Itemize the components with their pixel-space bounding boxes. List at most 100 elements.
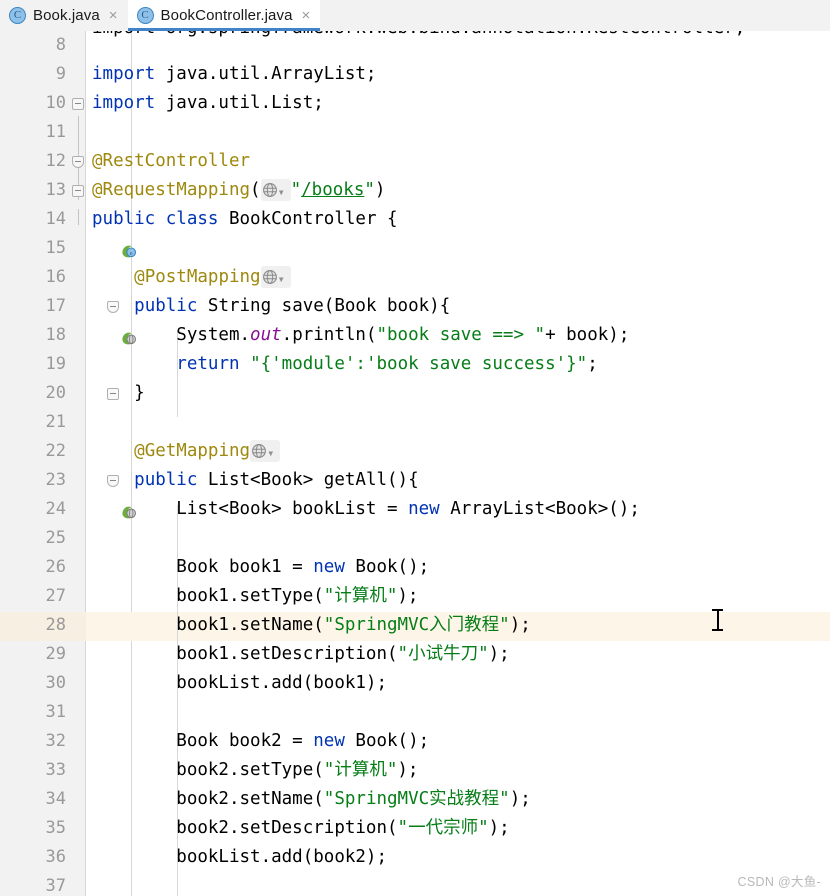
line-number: 26	[45, 557, 66, 577]
code-text: book2.setType("计算机");	[92, 760, 419, 780]
code-text: public class BookController {	[92, 209, 398, 229]
code-line[interactable]: 16 @PostMapping ▾	[0, 263, 830, 292]
fold-collapse-icon[interactable]	[72, 98, 84, 110]
line-number: 32	[45, 731, 66, 751]
line-number: 9	[55, 64, 66, 84]
line-number: 36	[45, 847, 66, 867]
editor-tab-bar: C Book.java × C BookController.java ×	[0, 0, 830, 31]
code-line[interactable]: 35 book2.setDescription("一代宗师");	[0, 814, 830, 843]
code-text: book1.setDescription("小试牛刀");	[92, 644, 510, 664]
tab-book-java[interactable]: C Book.java ×	[0, 0, 128, 31]
code-line[interactable]: 18 System.out.println("book save ==> "+ …	[0, 321, 830, 350]
code-text: @RequestMapping(▾ "/books")	[92, 179, 386, 201]
tab-label: Book.java	[33, 7, 100, 24]
line-number: 25	[45, 528, 66, 548]
line-number: 15	[45, 238, 66, 258]
code-line[interactable]: 34 book2.setName("SpringMVC实战教程");	[0, 785, 830, 814]
line-number: 29	[45, 644, 66, 664]
code-line[interactable]: 20 }	[0, 379, 830, 408]
code-line[interactable]: 24 List<Book> bookList = new ArrayList<B…	[0, 495, 830, 524]
code-line[interactable]: 23 public List<Book> getAll(){	[0, 466, 830, 519]
spring-bean-icon[interactable]: e	[24, 211, 137, 258]
line-number: 8	[55, 35, 66, 55]
code-line[interactable]: 9 import java.util.ArrayList;	[0, 60, 830, 89]
code-line[interactable]: 31	[0, 698, 830, 727]
code-text: book2.setDescription("一代宗师");	[92, 818, 510, 838]
line-number: 12	[45, 151, 66, 171]
code-text: Book book1 = new Book();	[92, 557, 430, 577]
line-number: 27	[45, 586, 66, 606]
line-number: 30	[45, 673, 66, 693]
code-text: book2.setName("SpringMVC实战教程");	[92, 789, 531, 809]
globe-icon[interactable]	[262, 179, 278, 197]
line-number: 19	[45, 354, 66, 374]
code-line[interactable]: 30 bookList.add(book1);	[0, 669, 830, 698]
code-line[interactable]: 22 @GetMapping ▾	[0, 437, 830, 466]
code-text: book1.setName("SpringMVC入门教程");	[92, 615, 531, 635]
code-line[interactable]: 27 book1.setType("计算机");	[0, 582, 830, 611]
close-icon[interactable]: ×	[302, 8, 311, 23]
post-mapping-annotation: @PostMapping	[134, 267, 261, 287]
line-number: 31	[45, 702, 66, 722]
code-line[interactable]: 15	[0, 234, 830, 263]
code-text: @GetMapping ▾	[92, 437, 281, 466]
code-line[interactable]: 13 @RequestMapping(▾ "/books")	[0, 176, 830, 205]
line-number: 37	[45, 876, 66, 896]
get-mapping-annotation: @GetMapping	[134, 441, 251, 461]
close-icon[interactable]: ×	[109, 8, 118, 23]
line-number: 20	[45, 383, 66, 403]
code-editor[interactable]: import org.springframework.web.bind.anno…	[0, 31, 830, 896]
line-number: 21	[45, 412, 66, 432]
chevron-down-icon[interactable]: ▾	[278, 273, 290, 285]
code-text: import java.util.List;	[92, 93, 324, 113]
line-number: 16	[45, 267, 66, 287]
code-line[interactable]: 17 public String save(Book book){	[0, 292, 830, 345]
code-line[interactable]: 21	[0, 408, 830, 437]
code-text: @PostMapping ▾	[92, 263, 291, 292]
line-number: 18	[45, 325, 66, 345]
java-class-icon: C	[136, 7, 154, 24]
code-line[interactable]: 25	[0, 524, 830, 553]
code-text: return "{'module':'book save success'}";	[176, 354, 598, 374]
chevron-down-icon[interactable]: ▾	[267, 447, 279, 459]
line-number: 34	[45, 789, 66, 809]
code-line[interactable]: 11	[0, 118, 830, 147]
code-text: book1.setType("计算机");	[92, 586, 419, 606]
tab-bookcontroller-java[interactable]: C BookController.java ×	[127, 0, 321, 31]
code-line[interactable]: 33 book2.setType("计算机");	[0, 756, 830, 785]
code-line[interactable]: 12 @RestController	[0, 147, 830, 176]
code-line[interactable]: 8	[0, 31, 830, 60]
fold-collapse-icon[interactable]	[72, 156, 84, 168]
code-line[interactable]: 32 Book book2 = new Book();	[0, 727, 830, 756]
tab-label: BookController.java	[160, 7, 293, 24]
code-line[interactable]: 14 e public class BookController {	[0, 205, 830, 258]
java-class-icon: C	[9, 7, 26, 24]
code-line[interactable]: 26 Book book1 = new Book();	[0, 553, 830, 582]
code-text: bookList.add(book2);	[92, 847, 388, 867]
line-number: 22	[45, 441, 66, 461]
code-line[interactable]: 19 return "{'module':'book save success'…	[0, 350, 830, 379]
chevron-down-icon[interactable]: ▾	[278, 186, 290, 198]
mapping-path-link[interactable]: /books	[301, 180, 364, 200]
code-text: System.out.println("book save ==> "+ boo…	[92, 325, 630, 345]
line-number: 10	[45, 93, 66, 113]
code-text: public String save(Book book){	[134, 296, 451, 316]
code-text: import java.util.ArrayList;	[92, 64, 377, 84]
line-number: 35	[45, 818, 66, 838]
line-number: 33	[45, 760, 66, 780]
csdn-watermark: CSDN @大鱼-	[737, 875, 821, 889]
code-line[interactable]: 36 bookList.add(book2);	[0, 843, 830, 872]
line-number: 11	[45, 122, 66, 142]
code-line[interactable]: 29 book1.setDescription("小试牛刀");	[0, 640, 830, 669]
spring-endpoint-icon[interactable]	[24, 472, 137, 519]
code-line[interactable]: 37	[0, 872, 830, 896]
globe-icon[interactable]	[251, 440, 267, 458]
code-text: List<Book> bookList = new ArrayList<Book…	[92, 499, 640, 519]
code-line[interactable]: 28 book1.setName("SpringMVC入门教程");	[0, 611, 830, 640]
fold-collapse-icon[interactable]	[72, 185, 84, 197]
line-number: 24	[45, 499, 66, 519]
globe-icon[interactable]	[262, 266, 278, 284]
code-text: }	[92, 383, 145, 403]
spring-endpoint-icon[interactable]	[24, 298, 137, 345]
code-line[interactable]: 10 import java.util.List;	[0, 89, 830, 118]
